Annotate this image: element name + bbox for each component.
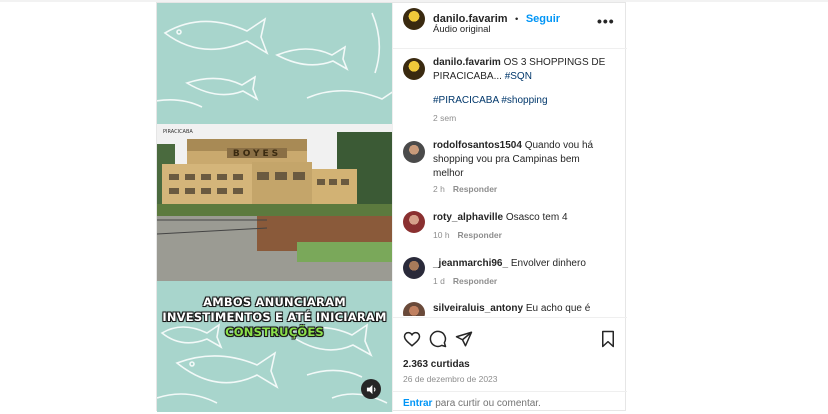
caption-text: danilo.favarim OS 3 SHOPPINGS DE PIRACIC… — [433, 56, 621, 84]
hashtag-shopping[interactable]: #shopping — [501, 95, 547, 106]
caption-username[interactable]: danilo.favarim — [433, 57, 501, 68]
building-photo: BOYES PIRACICABA — [157, 124, 392, 281]
reply-button[interactable]: Responder — [458, 230, 502, 240]
factory-building-image: BOYES PIRACICABA — [157, 124, 392, 281]
hashtag-sqn[interactable]: #SQN — [505, 71, 532, 82]
paper-plane-icon — [455, 331, 473, 347]
comment-username[interactable]: rodolfosantos1504 — [433, 140, 522, 151]
video-caption-overlay: AMBOS ANUNCIARAM INVESTIMENTOS E ATÉ INI… — [157, 295, 392, 340]
post-card: BOYES PIRACICABA AMBOS ANUNCIARAM INVEST… — [156, 2, 627, 412]
comment-bubble-icon — [429, 330, 447, 348]
hashtag-piracicaba[interactable]: #PIRACICABA — [433, 95, 499, 106]
comment-body: Osasco tem 4 — [505, 212, 568, 223]
save-button[interactable] — [599, 330, 617, 348]
mute-button[interactable] — [361, 379, 381, 399]
separator-dot: • — [515, 14, 519, 25]
reel-video[interactable]: BOYES PIRACICABA AMBOS ANUNCIARAM INVEST… — [157, 3, 392, 412]
comment-body: Envolver dinhero — [510, 258, 586, 269]
reply-button[interactable]: Responder — [453, 184, 497, 194]
post-date: 26 de dezembro de 2023 — [403, 374, 498, 384]
comment-button[interactable] — [429, 330, 447, 348]
audio-label[interactable]: Áudio original — [433, 24, 491, 35]
post-header: danilo.favarim • Seguir Áudio original •… — [393, 3, 627, 49]
comment-username[interactable]: roty_alphaville — [433, 212, 503, 223]
comment-username[interactable]: silveiraluis_antony — [433, 303, 523, 314]
login-link[interactable]: Entrar — [403, 398, 432, 409]
comment-username[interactable]: _jeanmarchi96_ — [433, 258, 508, 269]
comment-item: rodolfosantos1504 Quando vou há shopping… — [433, 139, 608, 181]
likes-count[interactable]: 2.363 curtidas — [403, 359, 470, 370]
bookmark-icon — [602, 330, 614, 348]
comment-meta: 10 h Responder — [433, 230, 502, 240]
caption-hashtags: #PIRACICABA #shopping — [433, 94, 548, 108]
reply-button[interactable]: Responder — [453, 276, 497, 286]
comment-meta: 1 d Responder — [433, 276, 497, 286]
comment-avatar[interactable] — [403, 302, 425, 316]
comment-item: roty_alphaville Osasco tem 4 — [433, 211, 608, 225]
author-avatar[interactable] — [403, 8, 425, 30]
login-prompt: Entrar para curtir ou comentar. — [393, 391, 627, 413]
heart-icon — [403, 331, 421, 347]
overlay-line-2: INVESTIMENTOS E ATÉ INICIARAM — [162, 310, 387, 324]
comment-avatar[interactable] — [403, 257, 425, 279]
speaker-icon — [366, 384, 375, 394]
share-button[interactable] — [455, 330, 473, 348]
more-options-button[interactable]: ••• — [597, 13, 615, 29]
comment-body: Eu acho que é — [525, 303, 591, 314]
comment-avatar[interactable] — [403, 141, 425, 163]
caption-avatar[interactable] — [403, 58, 425, 80]
svg-text:BOYES: BOYES — [233, 149, 281, 159]
comment-time: 10 h — [433, 230, 450, 240]
login-prompt-text: para curtir ou comentar. — [435, 398, 541, 409]
comment-avatar[interactable] — [403, 211, 425, 233]
overlay-line-1: AMBOS ANUNCIARAM — [203, 295, 346, 309]
comment-time: 2 h — [433, 184, 445, 194]
post-side-panel: danilo.favarim • Seguir Áudio original •… — [392, 3, 627, 412]
like-button[interactable] — [403, 330, 421, 348]
post-actions: 2.363 curtidas 26 de dezembro de 2023 En… — [393, 317, 627, 412]
comments-list[interactable]: danilo.favarim OS 3 SHOPPINGS DE PIRACIC… — [393, 50, 627, 316]
svg-text:PIRACICABA: PIRACICABA — [163, 129, 193, 135]
more-icon: ••• — [597, 13, 615, 29]
comment-item: silveiraluis_antony Eu acho que é — [433, 302, 623, 316]
comment-item: _jeanmarchi96_ Envolver dinhero — [433, 257, 608, 271]
caption-time: 2 sem — [433, 113, 457, 123]
follow-button[interactable]: Seguir — [526, 13, 560, 25]
comment-meta: 2 h Responder — [433, 184, 497, 194]
comment-time: 1 d — [433, 276, 445, 286]
overlay-line-3: CONSTRUÇÕES — [225, 325, 324, 339]
